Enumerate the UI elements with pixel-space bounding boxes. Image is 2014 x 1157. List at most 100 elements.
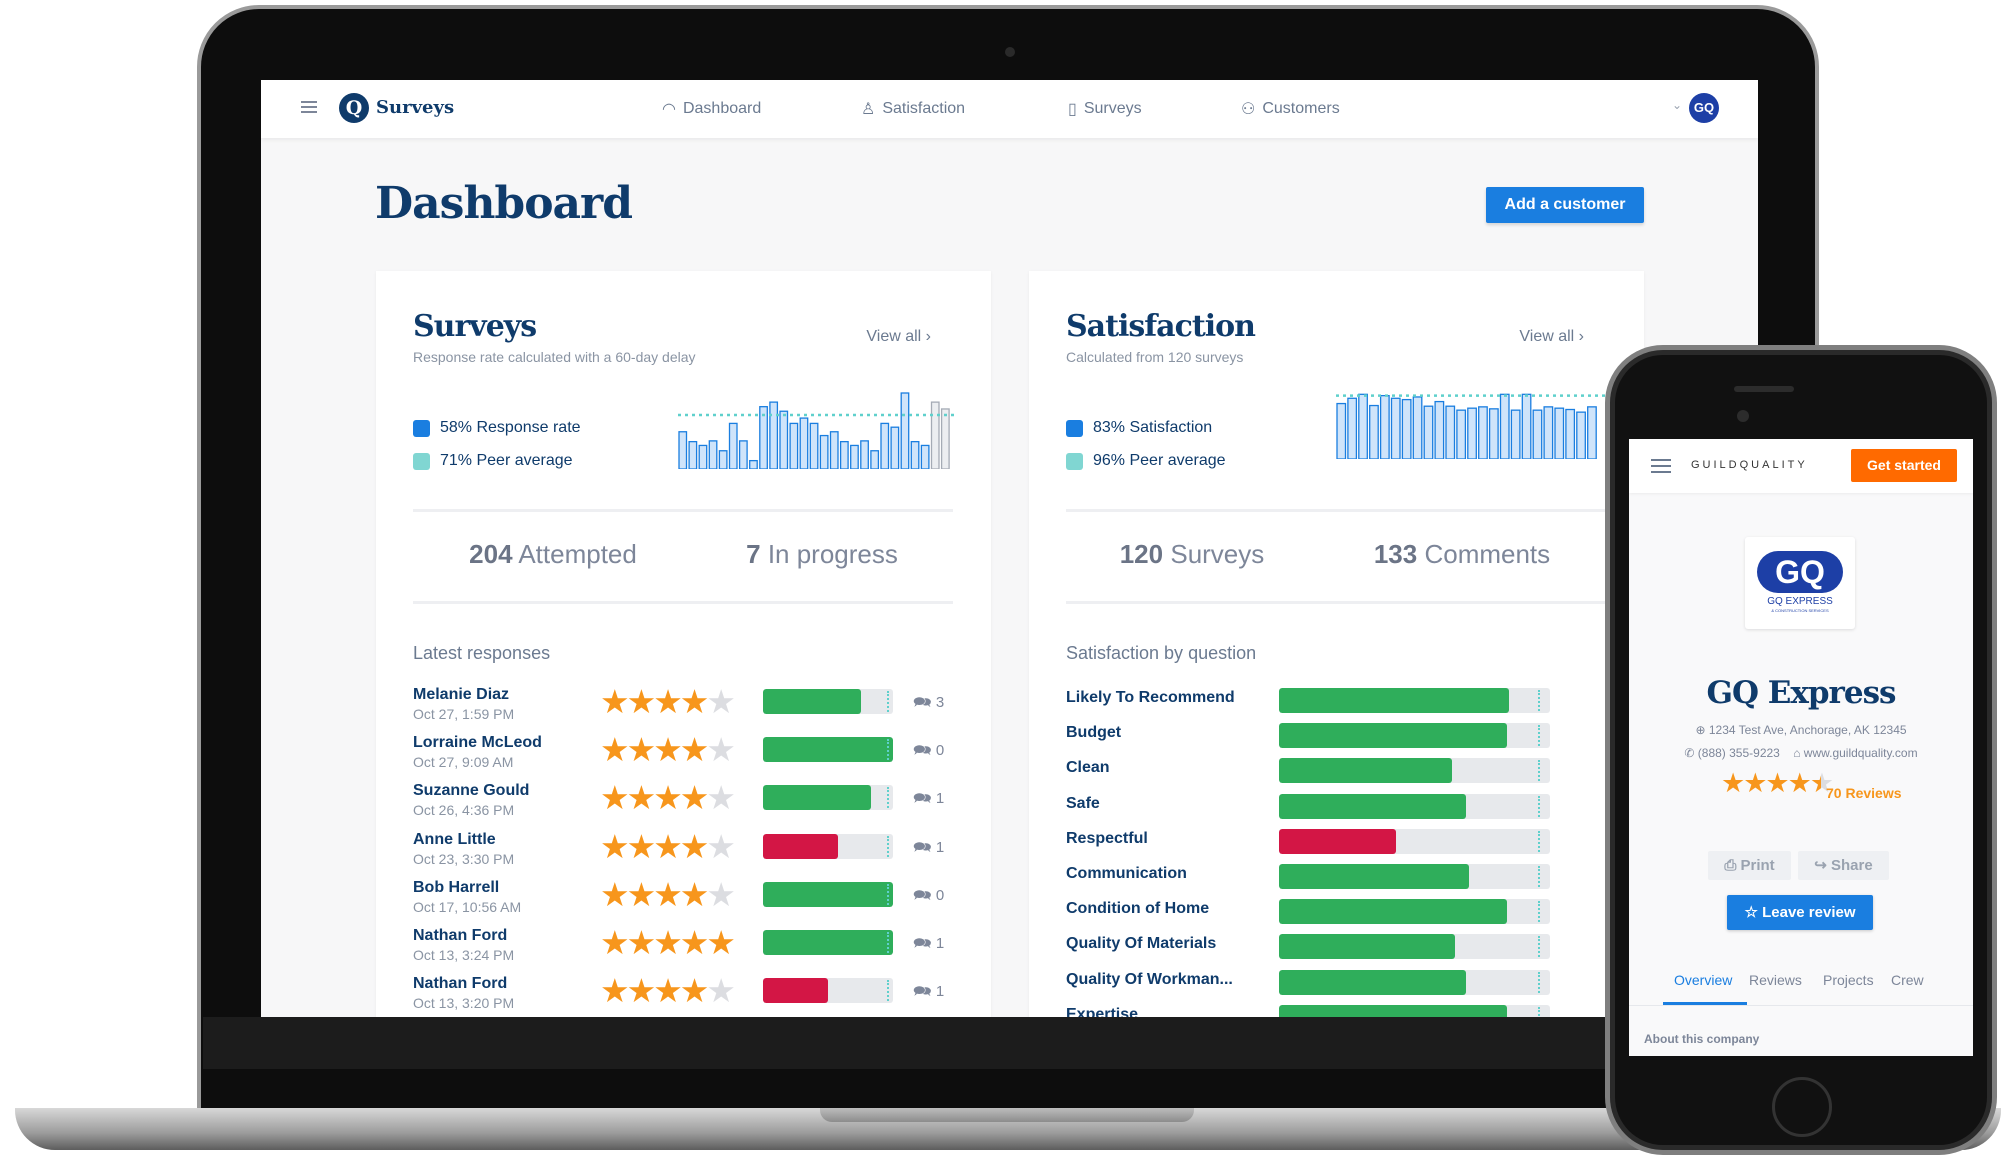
nav-surveys[interactable]: ▯ Surveys — [1068, 99, 1142, 119]
question-label: Quality Of Materials — [1066, 935, 1217, 953]
question-label: Budget — [1066, 724, 1122, 742]
company-contact: ✆ (888) 355-9223 ⌂ www.guildquality.com — [1629, 746, 1973, 760]
response-row[interactable]: Melanie Diaz Oct 27, 1:59 PM ★★★★★ 🗪 3 — [413, 683, 993, 730]
tab-projects[interactable]: Projects — [1823, 972, 1874, 988]
chart-bar — [1412, 396, 1423, 459]
chevron-down-icon[interactable]: ⌄ — [1672, 98, 1682, 112]
logo-subtext: & CONSTRUCTION SERVICES — [1771, 608, 1829, 613]
hamburger-icon[interactable] — [301, 101, 317, 113]
response-row[interactable]: Suzanne Gould Oct 26, 4:36 PM ★★★★★ 🗪 1 — [413, 779, 993, 826]
question-fill — [1279, 899, 1507, 925]
respondent-name[interactable]: Melanie Diaz — [413, 686, 509, 704]
question-bar — [1279, 688, 1550, 713]
peer-marker — [887, 883, 889, 905]
chart-bar — [1390, 397, 1401, 459]
chart-bar — [728, 422, 738, 469]
comment-count[interactable]: 🗪 3 — [913, 692, 944, 717]
chart-bar — [860, 440, 869, 469]
nav-customers[interactable]: ⚇ Customers — [1241, 99, 1340, 119]
comment-count[interactable]: 🗪 1 — [913, 837, 944, 862]
about-heading: About this company — [1644, 1032, 1760, 1046]
company-name: GQ Express — [1706, 675, 1896, 711]
users-icon: ⚇ — [1241, 101, 1256, 118]
card-subtitle: Response rate calculated with a 60-day d… — [413, 349, 696, 365]
top-nav: Q Surveys ◠ Dashboard ♙ Satisfaction ▯ Surv… — [261, 80, 1758, 138]
respondent-name[interactable]: Lorraine McLeod — [413, 734, 542, 752]
question-label: Communication — [1066, 865, 1187, 882]
score-fill — [763, 978, 828, 1004]
print-button[interactable]: ⎙ Print — [1708, 851, 1791, 880]
leave-review-button[interactable]: ☆ Leave review — [1727, 895, 1873, 930]
comment-count[interactable]: 🗪 1 — [913, 788, 944, 813]
nav-satisfaction[interactable]: ♙ Satisfaction — [861, 99, 965, 119]
get-started-button[interactable]: Get started — [1851, 449, 1957, 482]
response-row[interactable]: Anne Little Oct 23, 3:30 PM ★★★★★ 🗪 1 — [413, 828, 993, 875]
chart-bar — [870, 450, 880, 469]
respondent-name[interactable]: Bob Harrell — [413, 879, 499, 897]
share-label: Share — [1831, 857, 1873, 874]
chart-bar — [678, 431, 688, 469]
question-bar — [1279, 828, 1550, 854]
chart-bar — [1369, 404, 1379, 459]
question-bar — [1279, 899, 1550, 925]
chart-bar — [1467, 407, 1477, 459]
laptop-camera — [1005, 47, 1015, 57]
nav-dashboard[interactable]: ◠ Dashboard — [662, 99, 761, 119]
hamburger-icon[interactable] — [1651, 459, 1671, 473]
respondent-name[interactable]: Suzanne Gould — [413, 782, 529, 800]
comment-count[interactable]: 🗪 1 — [913, 981, 944, 1006]
comment-count[interactable]: 🗪 0 — [913, 885, 944, 910]
tab-overview[interactable]: Overview — [1674, 972, 1732, 988]
question-fill — [1279, 934, 1456, 960]
peer-marker — [1538, 1006, 1540, 1017]
chart-bar — [1347, 397, 1358, 459]
avatar[interactable]: GQ — [1689, 93, 1719, 123]
phone-number[interactable]: (888) 355-9223 — [1698, 746, 1780, 760]
reviews-count[interactable]: 70 Reviews — [1826, 785, 1902, 801]
phone-camera — [1737, 410, 1749, 422]
divider — [413, 509, 953, 512]
score-fill — [763, 881, 893, 907]
chart-bar — [1478, 406, 1488, 459]
respondent-name[interactable]: Anne Little — [413, 831, 496, 849]
chart-bar — [930, 401, 940, 469]
legend-label: 71% Peer average — [440, 452, 573, 469]
card-subtitle: Calculated from 120 surveys — [1066, 349, 1244, 365]
share-button[interactable]: ↪ Share — [1798, 851, 1889, 880]
satisfaction-icon: ♙ — [861, 101, 876, 118]
peer-marker — [1538, 971, 1540, 993]
tab-reviews[interactable]: Reviews — [1749, 972, 1802, 988]
legend-response-rate: 58% Response rate — [413, 419, 581, 437]
response-row[interactable]: Nathan Ford Oct 13, 3:24 PM ★★★★★ 🗪 1 — [413, 924, 993, 971]
peer-marker — [887, 932, 889, 953]
tab-crew[interactable]: Crew — [1891, 972, 1924, 988]
respondent-name[interactable]: Nathan Ford — [413, 975, 507, 993]
chart-bar — [1576, 411, 1586, 459]
question-fill — [1279, 1004, 1507, 1017]
clipboard-icon: ▯ — [1068, 101, 1077, 118]
question-fill — [1279, 828, 1396, 854]
website-link[interactable]: www.guildquality.com — [1804, 746, 1918, 760]
section-title: Satisfaction by question — [1066, 643, 1257, 663]
score-bar — [763, 833, 893, 859]
home-button[interactable] — [1772, 1077, 1832, 1137]
view-all-link[interactable]: View all › — [866, 328, 931, 346]
comment-count[interactable]: 🗪 1 — [913, 933, 944, 958]
app-logo[interactable]: Q — [339, 93, 369, 123]
add-customer-button[interactable]: Add a customer — [1486, 187, 1644, 223]
peer-marker — [1538, 901, 1540, 923]
star-rating: ★★★★★ — [600, 875, 736, 913]
response-row[interactable]: Nathan Ford Oct 13, 3:20 PM ★★★★★ 🗪 1 — [413, 972, 993, 1017]
respondent-name[interactable]: Nathan Ford — [413, 927, 507, 945]
response-row[interactable]: Lorraine McLeod Oct 27, 9:09 AM ★★★★★ 🗪 … — [413, 731, 993, 778]
question-label: Likely To Recommend — [1066, 689, 1235, 706]
chart-bar — [1521, 393, 1532, 459]
comment-count[interactable]: 🗪 0 — [913, 740, 944, 765]
response-row[interactable]: Bob Harrell Oct 17, 10:56 AM ★★★★★ 🗪 0 — [413, 876, 993, 923]
chart-bar — [1434, 400, 1445, 459]
comment-icon: 🗪 — [913, 838, 932, 856]
chart-bar — [698, 444, 708, 469]
view-all-link[interactable]: View all › — [1519, 328, 1584, 346]
chart-bar — [738, 440, 748, 469]
question-bar — [1279, 758, 1550, 784]
